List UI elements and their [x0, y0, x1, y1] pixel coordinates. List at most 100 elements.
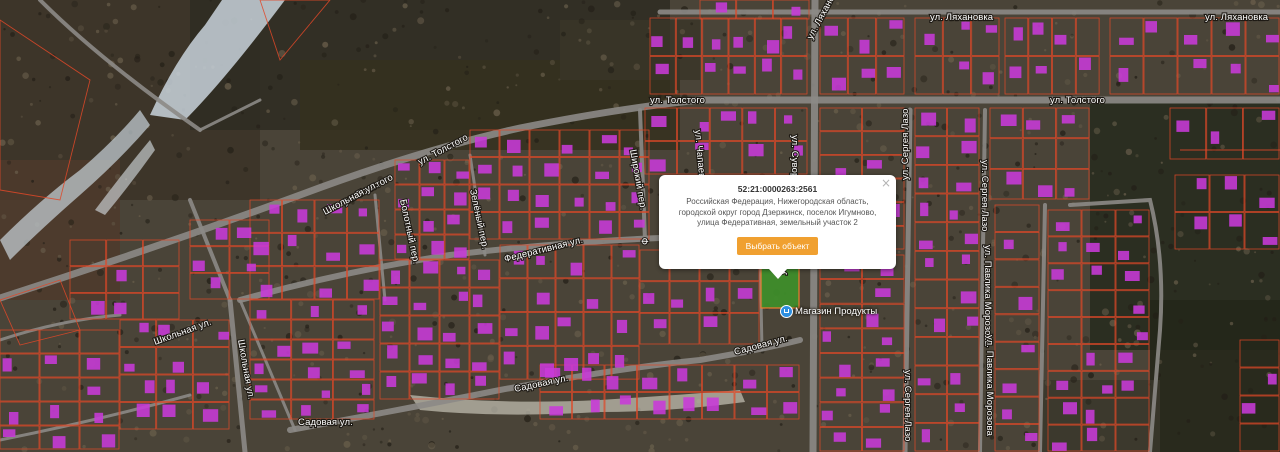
- building: [1038, 185, 1053, 197]
- select-object-button[interactable]: Выбрать объект: [736, 236, 819, 255]
- building: [985, 25, 998, 33]
- terrain-texture: [999, 70, 1003, 74]
- terrain-texture: [877, 282, 882, 286]
- terrain-texture: [296, 245, 300, 249]
- terrain-texture: [867, 35, 870, 38]
- terrain-texture: [724, 379, 728, 382]
- parcel-outline: [1211, 56, 1246, 95]
- building: [570, 262, 583, 276]
- terrain-texture: [39, 99, 42, 102]
- building: [1006, 171, 1022, 185]
- terrain-texture: [540, 72, 545, 78]
- terrain-texture: [1060, 130, 1066, 136]
- terrain-texture: [668, 438, 671, 441]
- terrain-texture: [1232, 104, 1238, 110]
- terrain-texture: [880, 145, 887, 153]
- terrain-texture: [684, 438, 689, 442]
- terrain-texture: [1206, 39, 1209, 42]
- terrain-texture: [293, 374, 296, 377]
- building: [423, 261, 439, 274]
- terrain-texture: [1, 214, 7, 220]
- terrain-texture: [381, 427, 384, 431]
- terrain-texture: [69, 225, 73, 228]
- building: [737, 288, 753, 299]
- building: [889, 20, 903, 29]
- terrain-texture: [138, 215, 141, 218]
- building: [1119, 37, 1134, 45]
- building: [961, 140, 977, 154]
- building: [454, 247, 467, 258]
- terrain-texture: [1186, 419, 1191, 423]
- terrain-texture: [1152, 312, 1160, 319]
- terrain-texture: [548, 424, 556, 431]
- terrain-texture: [586, 28, 592, 34]
- terrain-texture: [1230, 109, 1238, 117]
- building: [9, 412, 19, 425]
- building: [859, 39, 870, 54]
- building: [875, 358, 890, 367]
- parcel-outline: [192, 347, 230, 375]
- building: [642, 377, 658, 390]
- building: [960, 291, 977, 304]
- terrain-texture: [171, 194, 179, 202]
- satellite-map[interactable]: ул. Ляхановка ул. Ляхановка ул. Ляхановкау…: [0, 0, 1280, 452]
- building: [136, 403, 150, 417]
- terrain-texture: [989, 85, 993, 90]
- terrain-texture: [780, 151, 783, 154]
- terrain-texture: [1104, 220, 1107, 223]
- terrain-texture: [538, 8, 543, 14]
- terrain-texture: [1254, 251, 1257, 254]
- building: [653, 319, 667, 329]
- terrain-texture: [581, 0, 586, 4]
- parcel-outline: [709, 141, 743, 175]
- terrain-texture: [31, 179, 34, 183]
- building: [1118, 68, 1129, 82]
- terrain-texture: [112, 18, 119, 25]
- terrain-texture: [159, 62, 165, 68]
- building: [564, 358, 579, 371]
- building: [886, 67, 901, 78]
- terrain-texture: [1113, 188, 1120, 196]
- building: [1224, 176, 1237, 190]
- building: [879, 404, 890, 413]
- terrain-texture: [221, 301, 228, 308]
- terrain-texture: [1135, 154, 1139, 158]
- terrain-texture: [380, 229, 388, 237]
- terrain-texture: [529, 371, 534, 376]
- building: [172, 361, 184, 373]
- terrain-texture: [888, 155, 894, 162]
- terrain-texture: [1091, 153, 1098, 161]
- close-icon[interactable]: ×: [881, 176, 891, 190]
- terrain-texture: [863, 346, 866, 349]
- terrain-texture: [1134, 437, 1138, 441]
- terrain-texture: [903, 4, 907, 8]
- building: [924, 33, 935, 45]
- terrain-texture: [1024, 318, 1032, 326]
- terrain-texture: [911, 86, 918, 93]
- building: [255, 385, 268, 393]
- address-line: улица Федеративная, земельный участок 2: [697, 218, 858, 227]
- terrain-texture: [1135, 324, 1141, 330]
- terrain-texture: [304, 326, 310, 333]
- parcel-outline: [583, 244, 612, 279]
- terrain-texture: [158, 5, 161, 8]
- terrain-texture: [968, 205, 974, 211]
- street-label: Ф: [640, 237, 651, 245]
- terrain-texture: [599, 88, 603, 92]
- terrain-texture: [306, 291, 314, 298]
- terrain-texture: [150, 84, 153, 88]
- terrain-texture: [1193, 342, 1198, 348]
- building: [421, 187, 434, 197]
- terrain-texture: [1157, 0, 1163, 6]
- terrain-texture: [840, 31, 846, 37]
- parcel-outline: [669, 312, 700, 345]
- terrain-texture: [186, 338, 189, 341]
- building: [307, 367, 320, 379]
- terrain-texture: [255, 237, 258, 240]
- terrain-texture: [132, 181, 137, 185]
- building: [614, 355, 625, 368]
- building: [783, 402, 798, 414]
- parcel-info-popup: × 52:21:0000263:2561 Российская Федераци…: [659, 175, 896, 279]
- terrain-texture: [194, 338, 198, 342]
- terrain-texture: [408, 119, 414, 125]
